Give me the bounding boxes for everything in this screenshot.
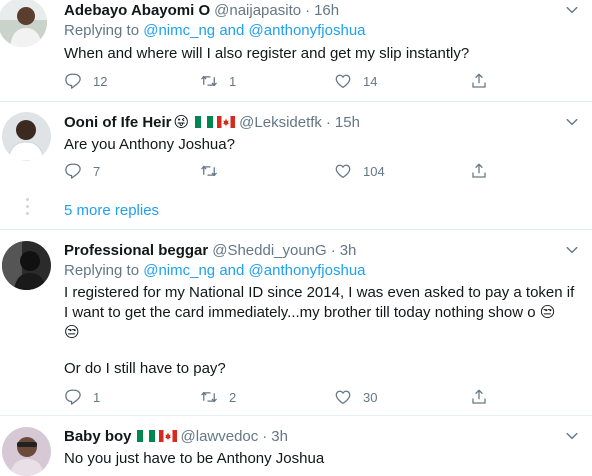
chevron-down-icon	[566, 118, 578, 126]
tweet-text: No you just have to be Anthony Joshua	[64, 450, 325, 467]
display-name[interactable]: Professional beggar	[64, 242, 208, 259]
like-icon	[335, 390, 351, 405]
tweet-header: Adebayo Abayomi O @naijapasito · 16h	[64, 0, 339, 20]
tweet-header: Baby boy @lawvedoc · 3h	[64, 426, 288, 446]
divider	[0, 229, 592, 230]
share-icon	[472, 163, 486, 178]
nigeria-flag-icon	[136, 430, 155, 442]
share-button[interactable]	[470, 71, 488, 91]
tweet-menu-button[interactable]	[562, 426, 582, 446]
share-icon	[472, 73, 486, 88]
tweet-menu-button[interactable]	[562, 240, 582, 260]
reply-button[interactable]: 7	[64, 161, 100, 181]
reply-button[interactable]: 12	[64, 71, 107, 91]
like-count: 30	[363, 389, 378, 405]
share-icon	[472, 389, 486, 404]
tweet-header: Professional beggar @Sheddi_younG · 3h	[64, 240, 356, 260]
display-name[interactable]: Baby boy	[64, 428, 132, 445]
display-name[interactable]: Adebayo Abayomi O	[64, 2, 210, 19]
username[interactable]: @Leksidetfk	[239, 114, 322, 131]
canada-flag-icon	[158, 430, 177, 442]
mention-link[interactable]: @nimc_ng	[143, 262, 215, 279]
like-button[interactable]: 104	[334, 161, 385, 181]
tweet-text: Are you Anthony Joshua?	[64, 136, 235, 153]
username[interactable]: @naijapasito	[214, 2, 301, 19]
retweet-button[interactable]: 1	[200, 71, 236, 91]
reply-count: 1	[93, 389, 101, 405]
retweet-icon	[201, 75, 217, 87]
mention-link[interactable]: @anthonyfjoshua	[249, 22, 366, 39]
retweet-icon	[201, 165, 217, 177]
chevron-down-icon	[566, 6, 578, 14]
tweet-text: When and where will I also register and …	[64, 45, 470, 62]
like-button[interactable]: 30	[334, 387, 377, 407]
reply-icon	[65, 389, 81, 405]
separator-dot: ·	[305, 1, 311, 19]
tweet-menu-button[interactable]	[562, 0, 582, 20]
share-button[interactable]	[470, 161, 488, 181]
canada-flag-icon	[217, 116, 236, 128]
avatar[interactable]	[2, 241, 51, 290]
separator-dot: ·	[325, 113, 331, 131]
nigeria-flag-icon	[195, 116, 214, 128]
replying-to: Replying to @nimc_ng and @anthonyfjoshua	[64, 262, 366, 279]
retweet-icon	[201, 391, 217, 403]
timestamp[interactable]: 3h	[271, 428, 288, 445]
tweet-text-line: I want to get the card immediately...my …	[64, 304, 556, 321]
divider	[0, 415, 592, 416]
retweet-button[interactable]: 2	[200, 387, 236, 407]
chevron-down-icon	[566, 432, 578, 440]
chevron-down-icon	[566, 246, 578, 254]
username[interactable]: @lawvedoc	[181, 428, 259, 445]
retweet-count: 1	[229, 73, 237, 89]
replying-to: Replying to @nimc_ng and @anthonyfjoshua	[64, 22, 366, 39]
tweet-text-line: I registered for my National ID since 20…	[64, 284, 575, 301]
separator-dot: ·	[262, 427, 268, 445]
timestamp[interactable]: 15h	[335, 114, 360, 131]
tweet-text-line: 😒	[64, 324, 80, 341]
share-button[interactable]	[470, 387, 488, 407]
like-count: 104	[363, 163, 385, 179]
show-more-replies-link[interactable]: 5 more replies	[64, 202, 159, 219]
timestamp[interactable]: 16h	[314, 2, 339, 19]
avatar[interactable]	[2, 112, 51, 161]
like-icon	[335, 164, 351, 179]
retweet-button[interactable]	[200, 161, 229, 181]
tweet-menu-button[interactable]	[562, 112, 582, 132]
mention-link[interactable]: @anthonyfjoshua	[249, 262, 366, 279]
divider	[0, 101, 592, 102]
avatar[interactable]	[2, 427, 51, 476]
username[interactable]: @Sheddi_younG	[212, 242, 326, 259]
like-button[interactable]: 14	[334, 71, 377, 91]
display-name[interactable]: Ooni of Ife Heir	[64, 114, 172, 131]
retweet-count: 2	[229, 389, 237, 405]
reply-count: 7	[93, 163, 101, 179]
reply-icon	[65, 163, 81, 179]
reply-count: 12	[93, 73, 108, 89]
separator-dot: ·	[330, 241, 336, 259]
tweet-text-line: Or do I still have to pay?	[64, 360, 226, 377]
emoji: 😜	[173, 114, 190, 131]
timestamp[interactable]: 3h	[340, 242, 357, 259]
thread-dots	[24, 198, 30, 219]
reply-icon	[65, 73, 81, 89]
reply-button[interactable]: 1	[64, 387, 100, 407]
tweet-header: Ooni of Ife Heir 😜 @Leksidetfk · 15h	[64, 112, 360, 132]
like-count: 14	[363, 73, 378, 89]
mention-link[interactable]: @nimc_ng	[143, 22, 215, 39]
like-icon	[335, 74, 351, 89]
avatar[interactable]	[0, 0, 47, 47]
